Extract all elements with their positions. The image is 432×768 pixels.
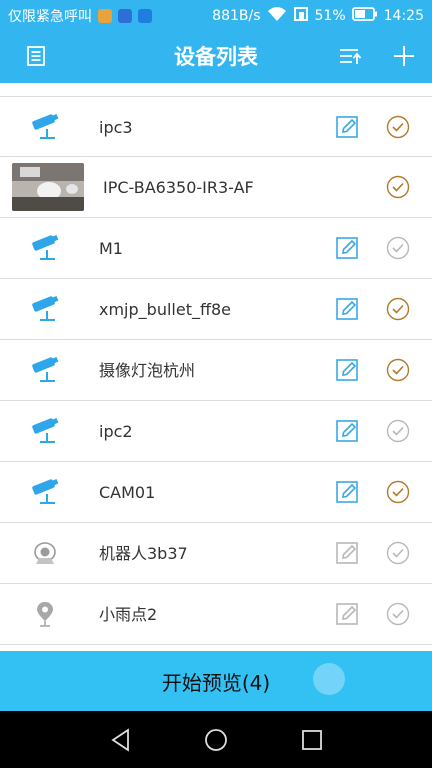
app-bar: 设备列表 xyxy=(0,32,432,83)
device-name: xmjp_bullet_ff8e xyxy=(99,300,232,319)
recents-icon[interactable] xyxy=(299,727,325,753)
location-icon xyxy=(24,598,66,630)
device-list[interactable]: ipc3 IPC-BA6350-IR3-AF M1 xmjp_bullet_ff… xyxy=(0,83,432,651)
carrier-text: 仅限紧急呼叫 xyxy=(8,9,92,25)
app-notification-icon xyxy=(98,9,112,23)
device-row[interactable]: ipc2 xyxy=(0,401,432,462)
device-name: ipc3 xyxy=(99,118,133,137)
camera-icon xyxy=(24,111,66,143)
device-name: CAM01 xyxy=(99,483,156,502)
sort-button[interactable] xyxy=(326,32,374,83)
device-row[interactable]: M1 xyxy=(0,218,432,279)
start-preview-label: 开始预览(4) xyxy=(161,670,271,695)
camera-thumbnail xyxy=(12,163,84,211)
device-row[interactable]: IPC-BA6350-IR3-AF xyxy=(0,157,432,218)
device-name: 摄像灯泡杭州 xyxy=(99,361,196,380)
battery-percent: 51% xyxy=(314,8,346,24)
check-icon[interactable] xyxy=(385,357,411,383)
device-row[interactable]: xmjp_bullet_ff8e xyxy=(0,279,432,340)
device-name: IPC-BA6350-IR3-AF xyxy=(103,178,254,197)
camera-icon xyxy=(24,354,66,386)
edit-icon[interactable] xyxy=(334,296,360,322)
edit-icon[interactable] xyxy=(334,479,360,505)
device-row[interactable]: ipc3 xyxy=(0,96,432,157)
check-icon[interactable] xyxy=(385,479,411,505)
status-bar: 仅限紧急呼叫 881B/s 51% 14:25 xyxy=(0,0,432,32)
device-name: M1 xyxy=(99,239,123,258)
device-row[interactable]: 小雨点2 xyxy=(0,584,432,645)
edit-icon[interactable] xyxy=(334,540,360,566)
check-icon[interactable] xyxy=(385,296,411,322)
check-icon[interactable] xyxy=(385,601,411,627)
shield-notification-icon xyxy=(118,9,132,23)
edit-icon[interactable] xyxy=(334,357,360,383)
camera-icon xyxy=(24,415,66,447)
edit-icon[interactable] xyxy=(334,235,360,261)
camera-icon xyxy=(24,293,66,325)
check-icon[interactable] xyxy=(385,114,411,140)
check-icon[interactable] xyxy=(385,418,411,444)
check-icon[interactable] xyxy=(385,540,411,566)
camera-icon xyxy=(24,476,66,508)
start-preview-button[interactable]: 开始预览(4) xyxy=(0,651,432,711)
clock: 14:25 xyxy=(383,8,424,24)
edit-icon[interactable] xyxy=(334,418,360,444)
app-notification-icon-2 xyxy=(138,9,152,23)
edit-icon[interactable] xyxy=(334,601,360,627)
system-nav-bar xyxy=(0,711,432,768)
edit-icon[interactable] xyxy=(334,114,360,140)
device-row[interactable]: 机器人3b37 xyxy=(0,523,432,584)
back-icon[interactable] xyxy=(108,727,134,753)
device-name: ipc2 xyxy=(99,422,133,441)
check-icon[interactable] xyxy=(385,235,411,261)
check-icon[interactable] xyxy=(385,174,411,200)
battery-icon xyxy=(351,7,378,25)
sort-icon xyxy=(338,46,362,70)
floating-assist-button[interactable] xyxy=(313,663,345,695)
add-device-button[interactable] xyxy=(380,32,428,83)
device-name: 机器人3b37 xyxy=(99,544,188,563)
network-speed: 881B/s xyxy=(212,8,261,24)
home-icon[interactable] xyxy=(203,727,229,753)
plus-icon xyxy=(393,45,415,71)
wifi-icon xyxy=(267,6,287,26)
sim-icon xyxy=(293,6,309,26)
camera-icon xyxy=(24,232,66,264)
device-row[interactable]: 摄像灯泡杭州 xyxy=(0,340,432,401)
device-name: 小雨点2 xyxy=(99,605,158,624)
robot-icon xyxy=(24,537,66,569)
device-row[interactable]: CAM01 xyxy=(0,462,432,523)
